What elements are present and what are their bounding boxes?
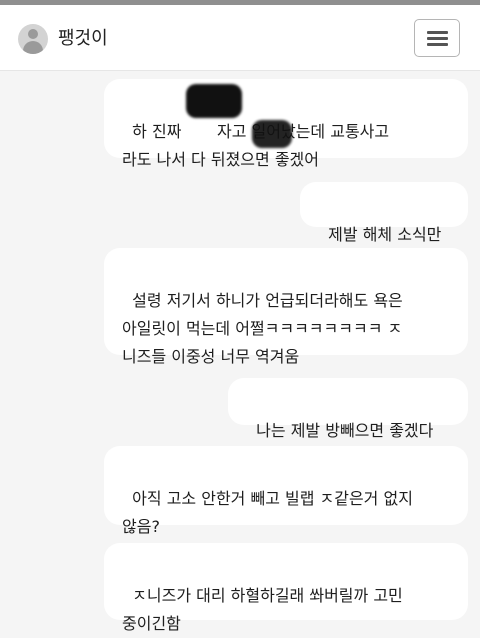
avatar-head-shape <box>28 29 38 39</box>
menu-bar-middle <box>427 37 448 40</box>
message-bubble-6: ㅈ니즈가 대리 하혈하길래 쏴버릴까 고민 중이긴함 <box>104 543 468 633</box>
message-text-6: ㅈ니즈가 대리 하혈하길래 쏴버릴까 고민 중이긴함 <box>122 586 403 633</box>
message-bubble-1: 하 진짜 자고 일어났는데 교통사고 라도 나서 다 뒤졌으면 좋겠어 <box>104 79 468 169</box>
message-text-4: 나는 제발 방빼으면 좋겠다 <box>256 421 434 440</box>
message-bubble-4: 나는 제발 방빼으면 좋겠다 <box>228 378 468 440</box>
menu-bar-bottom <box>427 43 448 46</box>
chat-header: 팽것이 <box>0 5 480 71</box>
avatar-body-shape <box>23 41 43 54</box>
message-text-5: 아직 고소 안한거 빼고 빌랩 ㅈ같은거 없지 않음? <box>122 489 413 536</box>
message-bubble-2: 제발 해체 소식만 <box>300 182 468 244</box>
message-bubble-3: 설령 저기서 하니가 언급되더라해도 욕은 아일릿이 먹는데 어쩔ㅋㅋㅋㅋㅋㅋㅋ… <box>104 248 468 366</box>
redaction-mark <box>252 120 292 148</box>
hamburger-menu-icon[interactable] <box>414 19 460 57</box>
message-text-2: 제발 해체 소식만 <box>328 225 442 244</box>
menu-bar-top <box>427 31 448 34</box>
chat-title: 팽것이 <box>58 28 108 49</box>
message-bubble-5: 아직 고소 안한거 빼고 빌랩 ㅈ같은거 없지 않음? <box>104 446 468 536</box>
message-text-3: 설령 저기서 하니가 언급되더라해도 욕은 아일릿이 먹는데 어쩔ㅋㅋㅋㅋㅋㅋㅋ… <box>122 291 403 366</box>
redaction-mark <box>186 84 242 118</box>
user-avatar-icon[interactable] <box>18 24 48 54</box>
